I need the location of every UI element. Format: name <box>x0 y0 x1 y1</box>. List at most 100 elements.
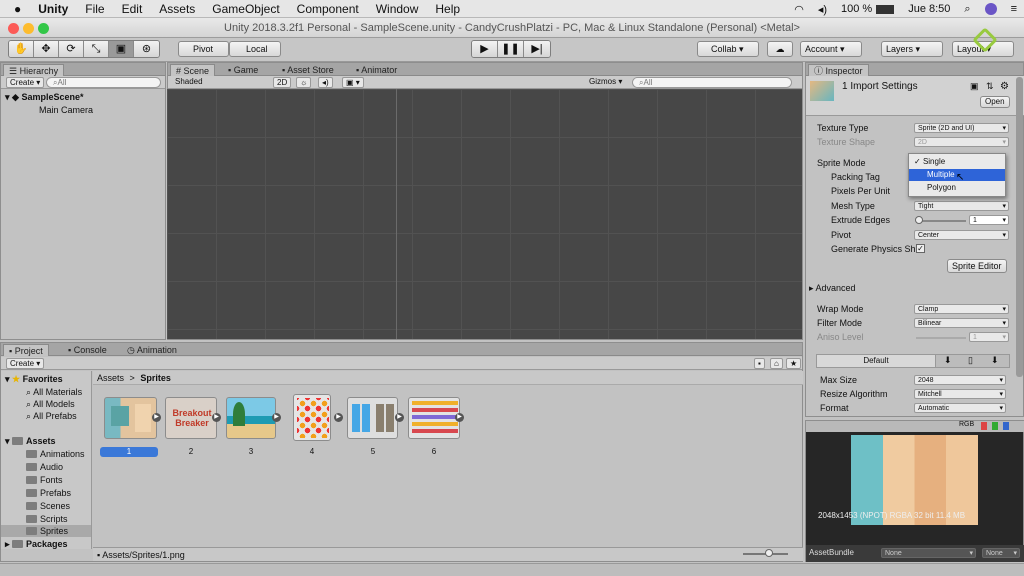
move-tool-icon[interactable]: ✥ <box>34 41 59 57</box>
asset-bundle-dropdown[interactable]: None <box>881 548 976 558</box>
gizmos-dropdown[interactable]: Gizmos ▾ <box>586 77 625 88</box>
shading-dropdown[interactable]: Shaded <box>172 77 268 88</box>
hierarchy-item-main-camera[interactable]: Main Camera <box>39 105 93 115</box>
menu-file[interactable]: File <box>85 2 104 16</box>
step-icon[interactable]: ▶| <box>524 41 550 57</box>
open-button[interactable]: Open <box>980 96 1010 108</box>
sprite-mode-option-single[interactable]: ✓ Single <box>914 157 945 166</box>
volume-icon[interactable]: ◂) <box>818 3 827 16</box>
sprite-thumb-4[interactable] <box>293 394 331 441</box>
tab-default-platform[interactable]: Default <box>816 354 936 368</box>
pivot-toggle[interactable]: Pivot <box>178 41 229 57</box>
menu-window[interactable]: Window <box>376 2 419 16</box>
sprite-thumb-5[interactable] <box>347 397 398 439</box>
play-icon[interactable]: ▶ <box>472 41 498 57</box>
packages-folder[interactable]: ▸ Packages <box>5 539 68 550</box>
channel-blue-icon[interactable] <box>1003 422 1009 430</box>
assets-folder[interactable]: ▾ Assets <box>5 436 56 447</box>
texture-type-dropdown[interactable]: Sprite (2D and UI) <box>914 123 1009 133</box>
favorites-folder[interactable]: ▾ ★ Favorites <box>5 374 63 385</box>
channel-green-icon[interactable] <box>992 422 998 430</box>
tab-game[interactable]: ▪ Game <box>223 64 263 76</box>
sprite-thumb-6[interactable] <box>408 397 460 439</box>
favorite-all-models[interactable]: ⌕ All Models <box>26 399 75 410</box>
lock-filter-icon[interactable]: ▪ <box>754 358 765 369</box>
clock[interactable]: Jue 8:50 <box>908 3 950 15</box>
wifi-icon[interactable]: ◠ <box>794 3 804 16</box>
hierarchy-search-input[interactable]: ⌕All <box>46 77 161 88</box>
folder-sprites[interactable]: Sprites <box>1 525 91 537</box>
favorite-all-materials[interactable]: ⌕ All Materials <box>26 387 82 398</box>
hand-tool-icon[interactable]: ✋ <box>9 41 34 57</box>
mesh-type-dropdown[interactable]: Tight <box>914 201 1009 211</box>
mode-2d-toggle[interactable]: 2D <box>273 77 292 88</box>
hierarchy-create-button[interactable]: Create ▾ <box>6 77 45 88</box>
list-icon[interactable]: ≡ <box>1011 3 1017 15</box>
channel-red-icon[interactable] <box>981 422 987 430</box>
menu-help[interactable]: Help <box>435 2 460 16</box>
sprite-mode-option-polygon[interactable]: Polygon <box>927 183 956 192</box>
slider-handle[interactable] <box>765 549 773 557</box>
extrude-edges-field[interactable]: 1 <box>969 215 1009 225</box>
folder-fonts[interactable]: Fonts <box>26 475 63 485</box>
preset-icon[interactable]: ⇅ <box>986 81 994 92</box>
help-icon[interactable]: ▣ <box>970 81 979 92</box>
collab-dropdown[interactable]: Collab ▾ <box>697 41 759 57</box>
apple-icon[interactable]: ● <box>14 2 21 16</box>
sprite-editor-button[interactable]: Sprite Editor <box>947 259 1007 273</box>
menu-gameobject[interactable]: GameObject <box>212 2 279 16</box>
platform-mobile-icon[interactable]: ▯ <box>968 355 973 366</box>
sprite-thumb-3[interactable] <box>226 397 276 439</box>
minimize-window-button[interactable] <box>23 23 34 34</box>
battery-text[interactable]: 100 % <box>841 3 872 15</box>
scene-root[interactable]: ▾ ◆ SampleScene* <box>5 92 84 103</box>
folder-scripts[interactable]: Scripts <box>26 514 68 524</box>
zoom-window-button[interactable] <box>38 23 49 34</box>
sprite-thumb-1[interactable] <box>104 397 157 439</box>
lighting-icon[interactable]: ☼ <box>296 77 312 88</box>
scene-viewport[interactable] <box>167 89 802 339</box>
tab-console[interactable]: ▪ Console <box>63 344 112 356</box>
star-filter-icon[interactable]: ★ <box>786 358 802 369</box>
tab-asset-store[interactable]: ▪ Asset Store <box>277 64 339 76</box>
audio-icon[interactable]: ◂) <box>318 77 333 88</box>
expand-arrow-icon[interactable]: ▶ <box>272 413 281 422</box>
platform-arrow-icon[interactable]: ⬇ <box>991 355 999 366</box>
effects-icon[interactable]: ▣ ▾ <box>342 77 364 88</box>
generate-physics-checkbox[interactable]: ✓ <box>916 244 925 253</box>
scene-search-input[interactable]: ⌕All <box>632 77 792 88</box>
close-window-button[interactable] <box>8 23 19 34</box>
expand-arrow-icon[interactable]: ▶ <box>212 413 221 422</box>
scale-tool-icon[interactable]: ⤡ <box>84 41 109 57</box>
expand-arrow-icon[interactable]: ▶ <box>455 413 464 422</box>
max-size-dropdown[interactable]: 2048 <box>914 375 1006 385</box>
menu-component[interactable]: Component <box>297 2 359 16</box>
expand-arrow-icon[interactable]: ▶ <box>152 413 161 422</box>
rect-tool-icon[interactable]: ▣ <box>109 41 134 57</box>
expand-arrow-icon[interactable]: ▶ <box>334 413 343 422</box>
label-filter-icon[interactable]: ⌂ <box>770 358 783 369</box>
folder-audio[interactable]: Audio <box>26 462 63 472</box>
favorite-all-prefabs[interactable]: ⌕ All Prefabs <box>26 411 77 422</box>
pause-icon[interactable]: ❚❚ <box>498 41 524 57</box>
expand-arrow-icon[interactable]: ▶ <box>395 413 404 422</box>
account-dropdown[interactable]: Account ▾ <box>800 41 862 57</box>
extrude-edges-slider[interactable] <box>916 220 966 222</box>
transform-tool-icon[interactable]: ⊛ <box>134 41 159 57</box>
format-dropdown[interactable]: Automatic <box>914 403 1006 413</box>
tab-hierarchy[interactable]: ☰ Hierarchy <box>3 64 65 76</box>
sprite-thumb-2[interactable]: Breakout Breaker <box>165 397 217 439</box>
tab-inspector[interactable]: ⓘ Inspector <box>808 64 869 76</box>
advanced-foldout[interactable]: ▸ Advanced <box>809 283 856 294</box>
menu-edit[interactable]: Edit <box>122 2 143 16</box>
wrap-mode-dropdown[interactable]: Clamp <box>914 304 1009 314</box>
tab-scene[interactable]: # Scene <box>170 64 216 76</box>
platform-download-icon[interactable]: ⬇ <box>944 355 952 366</box>
filter-mode-dropdown[interactable]: Bilinear <box>914 318 1009 328</box>
project-create-button[interactable]: Create ▾ <box>6 358 45 369</box>
search-icon[interactable]: ⌕ <box>964 3 970 16</box>
thumb-label-1[interactable]: 1 <box>100 447 158 457</box>
extrude-slider-handle[interactable] <box>915 216 923 224</box>
cloud-icon[interactable]: ☁ <box>767 41 793 57</box>
folder-animations[interactable]: Animations <box>26 449 85 459</box>
